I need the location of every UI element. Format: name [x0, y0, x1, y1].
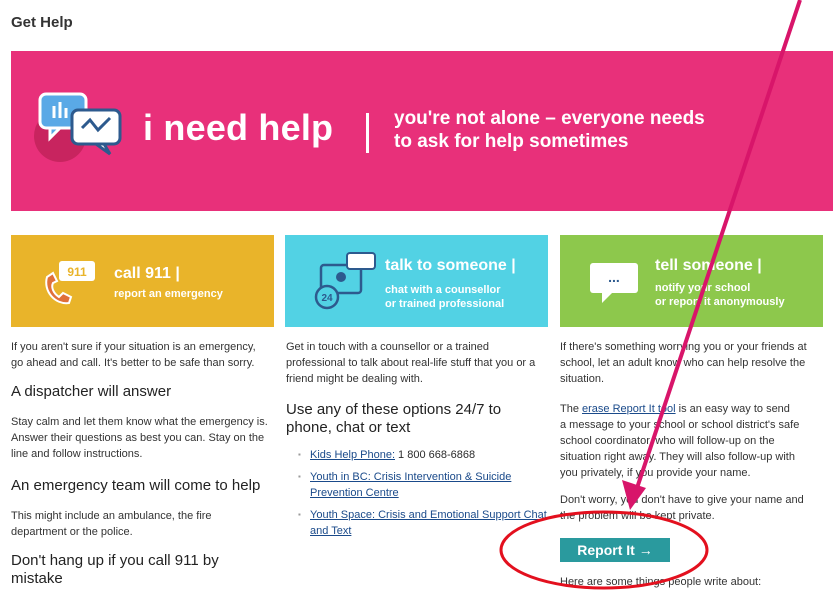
text-fragment: is an easy way to send	[675, 403, 790, 415]
text-line: line and follow instructions.	[11, 448, 143, 460]
youth-in-bc-link[interactable]: Youth in BC: Crisis Intervention & Suici…	[310, 471, 511, 499]
text-line: Answer their questions as best you can. …	[11, 432, 265, 444]
call-911-card[interactable]: 911 call 911 | report an emergency	[11, 235, 274, 327]
phone-number: 1 800 668-6868	[395, 449, 476, 461]
badge-911: 911	[67, 265, 87, 279]
text-line: department or the police.	[11, 526, 133, 538]
text-line: If there's something worrying you or you…	[560, 341, 807, 353]
col3-intro: If there's something worrying you or you…	[560, 339, 830, 387]
hero-tagline: you're not alone – everyone needs to ask…	[394, 107, 774, 153]
list-item: Youth in BC: Crisis Intervention & Suici…	[296, 469, 558, 501]
hero-divider	[366, 113, 369, 153]
help-options-list: Kids Help Phone: 1 800 668-6868 Youth in…	[296, 447, 558, 545]
card-subtitle-line: or report it anonymously	[655, 296, 785, 308]
hero-tagline-line: you're not alone – everyone needs	[394, 108, 705, 129]
col1-heading-dispatcher: A dispatcher will answer	[11, 383, 172, 400]
text-fragment: The	[560, 403, 583, 415]
col3-trailing-text: Here are some things people write about:	[560, 576, 762, 588]
tell-someone-card[interactable]: ... tell someone | notify your school or…	[560, 235, 823, 327]
text-line: Don't worry, you don't have to give your…	[560, 494, 804, 506]
text-line: This might include an ambulance, the fir…	[11, 510, 212, 522]
card-subtitle-line: or trained professional	[385, 298, 505, 310]
text-line: If you aren't sure if your situation is …	[11, 341, 256, 353]
chat-bubbles-icon	[34, 92, 122, 162]
hero-title: i need help	[143, 107, 334, 148]
col3-report-it-text: The erase Report It tool is an easy way …	[560, 401, 830, 481]
erase-report-it-link[interactable]: erase Report It tool	[582, 403, 676, 415]
col1-heading-dont-hang-up: Don't hang up if you call 911 by mistake	[11, 552, 219, 588]
card-subtitle: report an emergency	[114, 288, 223, 300]
computer-chat-icon: 24	[314, 252, 376, 310]
text-line: a message to your school or school distr…	[560, 419, 800, 431]
heading-line: phone, chat or text	[286, 419, 411, 436]
badge-24: 24	[321, 293, 333, 304]
link-line[interactable]: Youth Space: Crisis and Emotional Suppor…	[310, 509, 547, 521]
list-item: Youth Space: Crisis and Emotional Suppor…	[296, 507, 558, 539]
col2-intro: Get in touch with a counsellor or a trai…	[286, 339, 551, 387]
text-line: friend might be dealing with.	[286, 373, 423, 385]
heading-line: Don't hang up if you call 911 by	[11, 552, 219, 569]
card-subtitle: notify your school or report it anonymou…	[655, 281, 785, 309]
text-line: you privately, if you provide your name.	[560, 467, 751, 479]
message-bubble-icon: ...	[590, 263, 638, 303]
link-line[interactable]: Youth in BC: Crisis Intervention & Suici…	[310, 471, 511, 483]
bubble-dots: ...	[608, 269, 620, 285]
heading-line: Use any of these options 24/7 to	[286, 401, 502, 418]
text-line: The erase Report It tool is an easy way …	[560, 401, 830, 417]
text-line: the problem will be kept private.	[560, 510, 715, 522]
hero-tagline-line: to ask for help sometimes	[394, 131, 629, 152]
list-item: Kids Help Phone: 1 800 668-6868	[296, 447, 558, 463]
col1-emergency-text: This might include an ambulance, the fir…	[11, 508, 276, 540]
text-line: go ahead and call. It's better to be saf…	[11, 357, 255, 369]
card-subtitle-line: chat with a counsellor	[385, 284, 501, 296]
card-subtitle-line: notify your school	[655, 282, 751, 294]
kids-help-phone-link[interactable]: Kids Help Phone:	[310, 449, 395, 461]
text-line: situation right away. They will also fol…	[560, 451, 795, 463]
link-line[interactable]: and Text	[310, 525, 351, 537]
card-title: call 911 |	[114, 265, 180, 282]
heading-line: mistake	[11, 570, 63, 587]
col1-heading-emergency-team: An emergency team will come to help	[11, 477, 261, 494]
text-line: school coordinator, who will follow-up o…	[560, 435, 775, 447]
card-title: talk to someone |	[385, 257, 516, 274]
youth-space-link[interactable]: Youth Space: Crisis and Emotional Suppor…	[310, 509, 547, 537]
page-title: Get Help	[11, 14, 73, 31]
card-title: tell someone |	[655, 257, 762, 274]
phone-911-icon: 911	[45, 261, 95, 305]
col1-dispatcher-text: Stay calm and let them know what the eme…	[11, 414, 281, 462]
card-subtitle: chat with a counsellor or trained profes…	[385, 283, 504, 311]
talk-to-someone-card[interactable]: 24 talk to someone | chat with a counsel…	[285, 235, 548, 327]
text-line: Get in touch with a counsellor or a trai…	[286, 341, 490, 353]
text-line: professional to talk about real-life stu…	[286, 357, 536, 369]
report-it-button[interactable]: Report It →	[560, 538, 670, 562]
text-line: school, let an adult know who can help r…	[560, 357, 806, 369]
text-line: situation.	[560, 373, 605, 385]
col2-heading-options: Use any of these options 24/7 to phone, …	[286, 401, 501, 437]
col3-privacy-text: Don't worry, you don't have to give your…	[560, 492, 830, 524]
col1-intro: If you aren't sure if your situation is …	[11, 339, 276, 371]
text-line: Stay calm and let them know what the eme…	[11, 416, 268, 428]
link-line[interactable]: Prevention Centre	[310, 487, 399, 499]
